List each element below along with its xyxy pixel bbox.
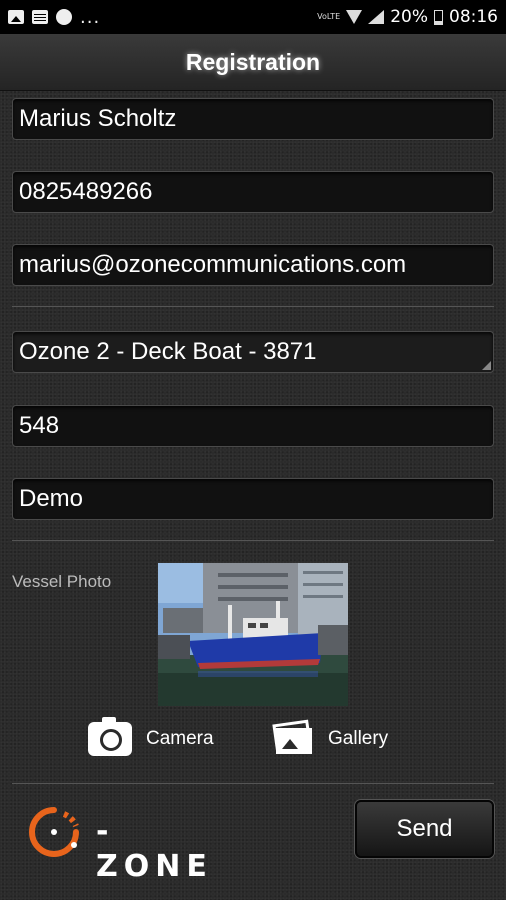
image-icon xyxy=(8,10,24,24)
vessel-photo[interactable] xyxy=(158,563,348,706)
battery-icon xyxy=(434,9,443,25)
notification-more: ... xyxy=(80,6,101,28)
volte-indicator: VoLTE xyxy=(317,12,341,21)
name-field[interactable]: Marius Scholtz xyxy=(12,98,494,140)
phone-icon xyxy=(56,9,72,25)
camera-button[interactable]: Camera xyxy=(88,717,214,756)
divider xyxy=(12,540,494,541)
camera-icon xyxy=(88,717,132,756)
battery-percent: 20% xyxy=(390,7,428,27)
phone-field[interactable]: 0825489266 xyxy=(12,171,494,213)
gallery-icon xyxy=(270,719,314,756)
camera-label: Camera xyxy=(146,728,214,749)
ozone-logo-mark xyxy=(29,807,79,857)
clock: 08:16 xyxy=(449,7,498,27)
status-bar: ... VoLTE 20% 08:16 xyxy=(0,0,506,34)
ozone-logo: -ZONE xyxy=(14,800,229,884)
wifi-icon xyxy=(346,10,363,24)
note-field[interactable]: Demo xyxy=(12,478,494,520)
gallery-label: Gallery xyxy=(328,728,389,749)
calendar-icon xyxy=(32,10,48,24)
page-title: Registration xyxy=(185,48,321,75)
title-bar: Registration xyxy=(0,34,506,91)
dropdown-corner-icon xyxy=(482,361,491,370)
send-button[interactable]: Send xyxy=(355,800,494,858)
divider xyxy=(12,306,494,307)
vessel-photo-label: Vessel Photo xyxy=(12,572,112,591)
vessel-select[interactable]: Ozone 2 - Deck Boat - 3871 xyxy=(12,331,494,373)
logo-text: -ZONE xyxy=(96,814,213,884)
gallery-button[interactable]: Gallery xyxy=(270,719,389,756)
number-field[interactable]: 548 xyxy=(12,405,494,447)
signal-icon xyxy=(368,10,385,24)
vessel-photo-image xyxy=(158,563,348,706)
vessel-select-value: Ozone 2 - Deck Boat - 3871 xyxy=(19,338,317,365)
email-field[interactable]: marius@ozonecommunications.com xyxy=(12,244,494,286)
divider xyxy=(12,783,494,784)
